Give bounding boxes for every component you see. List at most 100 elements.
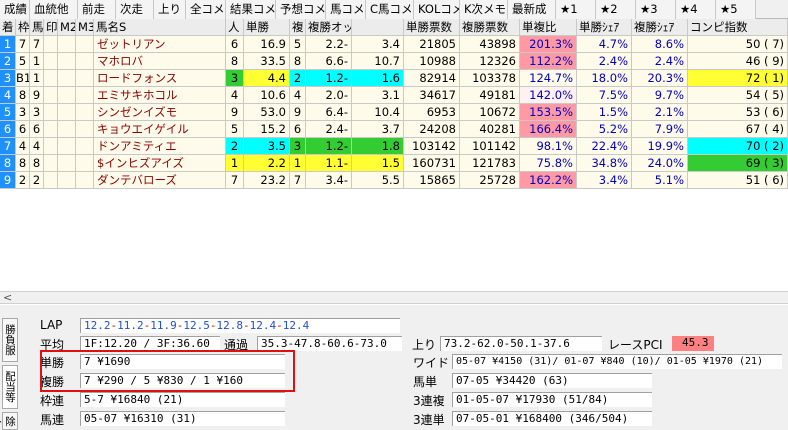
tab-uma-comment[interactable]: 馬コメ [326, 0, 366, 19]
table-row[interactable]: 3 B1 1 ロードフォンス 3 4.4 2 1.2- 1.6 82914 103378 124.7%… [0, 70, 788, 87]
tab-star3[interactable]: ★3 [636, 0, 676, 19]
table-row[interactable]: 9 2 2 ダンテバローズ 7 23.2 7 3.4- 5.5 15865 25728 162.2% 3… [0, 172, 788, 189]
col-header-fuku[interactable]: 複 [290, 19, 306, 36]
cell-name[interactable]: ダンテバローズ [94, 172, 226, 189]
cell-shirushi [44, 172, 58, 189]
table-row[interactable]: 1 7 7 ゼットリアン 6 16.9 5 2.2- 3.4 21805 43898 201.3% 4.… [0, 36, 788, 53]
scroll-left-arrow-icon[interactable]: < [3, 291, 12, 304]
cell-tansho-votes: 160731 [404, 155, 460, 172]
col-header-ratio[interactable]: 単複比 [520, 19, 577, 36]
tab-star5[interactable]: ★5 [716, 0, 756, 19]
agari-value: 73.2-62.0-50.1-37.6 [440, 336, 602, 351]
cell-fuku: 9 [290, 104, 306, 121]
tab-saishin[interactable]: 最新成 [508, 0, 556, 19]
sanrentan-value: 07-05-01 ¥168400 (346/504) [452, 411, 652, 426]
col-header-tansho[interactable]: 単勝 [244, 19, 290, 36]
cell-fuku: 1 [290, 155, 306, 172]
cell-m2 [58, 138, 76, 155]
cell-fuku-odds-max: 3.7 [352, 121, 404, 138]
col-header-waku[interactable]: 枠 [16, 19, 30, 36]
cell-compi: 54 ( 5) [688, 87, 788, 104]
cell-m2 [58, 121, 76, 138]
tab-agari[interactable]: 上り [154, 0, 186, 19]
table-row[interactable]: 8 8 8 $インヒズアイズ 1 2.2 1 1.1- 1.5 160731 121783 75.8%… [0, 155, 788, 172]
cell-ratio: 98.1% [520, 138, 577, 155]
cell-fuku-odds-min: 1.2- [306, 70, 352, 87]
cell-waku: 3 [16, 104, 30, 121]
tab-kekka-comment[interactable]: 結果コメ [226, 0, 276, 19]
col-header-fukusho-share[interactable]: 複勝ｼｪｱ [632, 19, 688, 36]
side-tab-silks[interactable]: 勝負服 [2, 318, 18, 362]
cell-ratio: 124.7% [520, 70, 577, 87]
cell-chaku: 9 [0, 172, 16, 189]
cell-shirushi [44, 104, 58, 121]
cell-name[interactable]: ロードフォンス [94, 70, 226, 87]
cell-tansho-share: 18.0% [577, 70, 632, 87]
col-header-uma[interactable]: 馬 [30, 19, 44, 36]
sanrentan-label: 3連単 [413, 413, 445, 427]
cell-fukusho-votes: 101142 [460, 138, 520, 155]
col-header-m2[interactable]: M2 [58, 19, 76, 36]
col-header-fukusho-votes[interactable]: 複勝票数 [460, 19, 520, 36]
cell-waku: B1 [16, 70, 30, 87]
col-header-shirushi[interactable]: 印 [44, 19, 58, 36]
cell-tansho: 53.0 [244, 104, 290, 121]
cell-m3 [76, 87, 94, 104]
col-header-ninki[interactable]: 人 [226, 19, 244, 36]
col-header-name[interactable]: 馬名S [94, 19, 226, 36]
col-header-tansho-share[interactable]: 単勝ｼｪｱ [577, 19, 632, 36]
cell-uma: 7 [30, 36, 44, 53]
tab-yosou-comment[interactable]: 予想コメ [276, 0, 326, 19]
tab-zensou[interactable]: 前走 [78, 0, 116, 19]
cell-shirushi [44, 70, 58, 87]
cell-tansho-share: 1.5% [577, 104, 632, 121]
table-row[interactable]: 2 5 1 マホロバ 8 33.5 8 6.6- 10.7 10988 12326 112.2% 2.4… [0, 53, 788, 70]
cell-shirushi [44, 138, 58, 155]
col-header-fuku-odds-min[interactable]: 複勝オッズ [306, 19, 352, 36]
cell-fuku-odds-min: 2.0- [306, 87, 352, 104]
cell-fuku: 4 [290, 87, 306, 104]
cell-name[interactable]: キョウエイゲイル [94, 121, 226, 138]
cell-tansho-votes: 82914 [404, 70, 460, 87]
cell-fukusho-votes: 103378 [460, 70, 520, 87]
tab-seiseki[interactable]: 成績 [0, 0, 30, 19]
tab-star2[interactable]: ★2 [596, 0, 636, 19]
col-header-compi[interactable]: コンピ指数 [688, 19, 788, 36]
col-header-fuku-odds-max[interactable] [352, 19, 404, 36]
cell-m2 [58, 36, 76, 53]
cell-compi: 69 ( 3) [688, 155, 788, 172]
col-header-tansho-votes[interactable]: 単勝票数 [404, 19, 460, 36]
table-row[interactable]: 4 8 9 エミサキホコル 4 10.6 4 2.0- 3.1 34617 49181 142.0% 7… [0, 87, 788, 104]
tab-zen-comment[interactable]: 全コメ [186, 0, 226, 19]
tab-kol-comment[interactable]: KOLコメ [414, 0, 460, 19]
cell-m3 [76, 104, 94, 121]
tab-jisou[interactable]: 次走 [116, 0, 154, 19]
side-tab-payout[interactable]: 配当等 [2, 365, 18, 409]
tab-star1[interactable]: ★1 [556, 0, 596, 19]
sanrenpuku-value: 01-05-07 ¥17930 (51/84) [452, 392, 652, 407]
col-header-chaku[interactable]: 着 [0, 19, 16, 36]
lap-values: 12.2-11.2-11.9-12.5-12.8-12.4-12.4 [80, 318, 400, 333]
horizontal-scrollbar[interactable]: < [0, 291, 788, 304]
cell-m3 [76, 70, 94, 87]
cell-name[interactable]: エミサキホコル [94, 87, 226, 104]
cell-name[interactable]: マホロバ [94, 53, 226, 70]
cell-uma: 8 [30, 155, 44, 172]
cell-fuku-odds-max: 3.1 [352, 87, 404, 104]
side-tab-scratched[interactable]: 除外馬 [0, 412, 18, 430]
table-row[interactable]: 5 3 3 シンゼンイズモ 9 53.0 9 6.4- 10.4 6953 10672 153.5% 1… [0, 104, 788, 121]
cell-name[interactable]: シンゼンイズモ [94, 104, 226, 121]
cell-name[interactable]: ゼットリアン [94, 36, 226, 53]
cell-tansho-votes: 10988 [404, 53, 460, 70]
tab-star4[interactable]: ★4 [676, 0, 716, 19]
table-row[interactable]: 7 4 4 ドンアミティエ 2 3.5 3 1.2- 1.8 103142 101142 98.1% 2… [0, 138, 788, 155]
tab-k-jimemo[interactable]: K次メモ [460, 0, 508, 19]
cell-name[interactable]: $インヒズアイズ [94, 155, 226, 172]
tab-c-uma-comment[interactable]: C馬コメ [366, 0, 414, 19]
table-row[interactable]: 6 6 6 キョウエイゲイル 5 15.2 6 2.4- 3.7 24208 40281 166.4%… [0, 121, 788, 138]
lap-separator: - [276, 319, 283, 332]
cell-fuku-odds-max: 3.4 [352, 36, 404, 53]
col-header-m3[interactable]: M3 [76, 19, 94, 36]
cell-name[interactable]: ドンアミティエ [94, 138, 226, 155]
tab-kettou[interactable]: 血統他 [30, 0, 78, 19]
